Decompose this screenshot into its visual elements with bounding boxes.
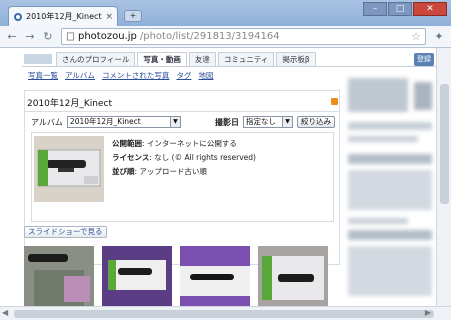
panel-divider: [25, 111, 339, 112]
filter-button[interactable]: 絞り込み: [297, 116, 335, 128]
horizontal-scroll-thumb[interactable]: [14, 310, 434, 318]
license-value: なし (© All rights reserved): [154, 153, 256, 162]
register-button[interactable]: 登録: [414, 53, 434, 66]
photo-thumbnail[interactable]: [258, 246, 328, 306]
date-select[interactable]: 指定なし ▼: [243, 116, 293, 128]
horizontal-scrollbar[interactable]: ◀ ▶: [0, 306, 451, 320]
nav-profile[interactable]: さんのプロフィール: [56, 52, 136, 66]
sub-nav: 写真一覧 アルバム コメントされた写真 タグ 地図: [28, 70, 213, 81]
nav-friends[interactable]: 友達: [188, 52, 216, 66]
reload-button[interactable]: ↻: [40, 29, 56, 45]
browser-tab[interactable]: 2010年12月_Kinect - ... ×: [8, 6, 118, 26]
sidebar-block: [348, 136, 418, 142]
slideshow-button[interactable]: スライドショーで見る: [24, 226, 107, 238]
subnav-commented[interactable]: コメントされた写真: [102, 70, 170, 81]
nav-forum[interactable]: 掲示板β: [276, 52, 316, 66]
sidebar-block: [414, 82, 432, 110]
meta-visibility: 公開範囲: インターネットに公開する: [112, 139, 237, 148]
bookmark-star-icon[interactable]: ☆: [411, 30, 421, 43]
photo-image: [180, 246, 250, 306]
nav-divider: [22, 66, 436, 67]
album-cover-image[interactable]: [34, 136, 104, 202]
maximize-button[interactable]: □: [388, 2, 412, 16]
nav-community[interactable]: コミュニティ: [217, 52, 275, 66]
visibility-key: 公開範囲: [112, 139, 142, 148]
sidebar-block: [348, 78, 408, 112]
minimize-button[interactable]: –: [363, 2, 387, 16]
sidebar-block: [348, 154, 432, 164]
photo-thumbnail[interactable]: [102, 246, 172, 306]
subnav-photo-list[interactable]: 写真一覧: [28, 70, 58, 81]
browser-toolbar: ← → ↻ photozou.jp /photo/list/291813/319…: [0, 26, 451, 48]
sidebar-block: [348, 246, 432, 296]
browser-titlebar: 2010年12月_Kinect - ... × + – □ ✕: [0, 0, 451, 26]
favicon-icon: [14, 12, 22, 21]
album-panel: 2010年12月_Kinect アルバム 2010年12月_Kinect ▼ 撮…: [24, 90, 340, 265]
close-window-button[interactable]: ✕: [413, 2, 447, 16]
album-select-value: 2010年12月_Kinect: [69, 117, 141, 126]
subnav-tags[interactable]: タグ: [176, 70, 191, 81]
vertical-scrollbar[interactable]: [436, 48, 451, 306]
tab-title: 2010年12月_Kinect - ...: [26, 12, 102, 21]
vertical-scroll-thumb[interactable]: [440, 84, 449, 204]
nav-photos[interactable]: 写真・動画: [137, 52, 187, 66]
sidebar-block: [348, 218, 408, 224]
sidebar-block: [348, 122, 432, 130]
meta-license: ライセンス: なし (© All rights reserved): [112, 153, 256, 162]
window-controls: – □ ✕: [363, 2, 447, 16]
back-button[interactable]: ←: [4, 29, 20, 45]
tab-close-icon[interactable]: ×: [105, 12, 113, 22]
sidebar-block: [348, 170, 432, 210]
photo-image: [102, 246, 172, 306]
chevron-down-icon: ▼: [169, 117, 180, 127]
subnav-album[interactable]: アルバム: [65, 70, 95, 81]
site-global-nav: さんのプロフィール 写真・動画 友達 コミュニティ 掲示板β: [24, 52, 316, 66]
date-label: 撮影日: [215, 117, 239, 127]
album-info-card: 公開範囲: インターネットに公開する ライセンス: なし (© All righ…: [31, 132, 334, 222]
sort-value: アップロード古い順: [139, 167, 207, 176]
url-path: /photo/list/291813/3194164: [139, 31, 280, 42]
date-select-value: 指定なし: [246, 117, 276, 126]
sidebar-block: [348, 230, 432, 240]
chevron-down-icon: ▼: [282, 117, 292, 127]
new-tab-button[interactable]: +: [124, 10, 142, 22]
page-icon: [66, 32, 75, 41]
photo-thumbnail[interactable]: [24, 246, 94, 306]
sort-key: 並び順: [112, 167, 135, 176]
photo-image: [258, 246, 328, 306]
address-bar[interactable]: photozou.jp /photo/list/291813/3194164 ☆: [61, 28, 426, 45]
meta-sort: 並び順: アップロード古い順: [112, 167, 207, 176]
album-title: 2010年12月_Kinect: [27, 99, 112, 109]
subnav-map[interactable]: 地図: [198, 70, 213, 81]
album-label: アルバム: [31, 117, 63, 127]
scroll-right-icon[interactable]: ▶: [425, 308, 431, 317]
rss-icon[interactable]: [331, 98, 338, 105]
photo-thumbnails: [24, 246, 328, 306]
forward-button[interactable]: →: [22, 29, 38, 45]
url-host: photozou.jp: [78, 31, 137, 42]
album-select[interactable]: 2010年12月_Kinect ▼: [66, 116, 181, 128]
user-name-blurred: [24, 54, 52, 64]
license-key: ライセンス: [112, 153, 150, 162]
wrench-menu-icon[interactable]: ✦: [431, 29, 447, 45]
kinect-box-image: [34, 136, 104, 202]
visibility-value: インターネットに公開する: [146, 139, 237, 148]
scroll-left-icon[interactable]: ◀: [2, 308, 8, 317]
album-meta: 公開範囲: インターネットに公開する ライセンス: なし (© All righ…: [112, 138, 256, 180]
filter-bar: アルバム 2010年12月_Kinect ▼ 撮影日 指定なし ▼ 絞り込み: [31, 116, 335, 128]
photo-image: [24, 246, 94, 306]
photo-thumbnail[interactable]: [180, 246, 250, 306]
page-viewport: さんのプロフィール 写真・動画 友達 コミュニティ 掲示板β 登録 写真一覧 ア…: [0, 48, 436, 306]
sidebar-blurred: [344, 78, 436, 306]
